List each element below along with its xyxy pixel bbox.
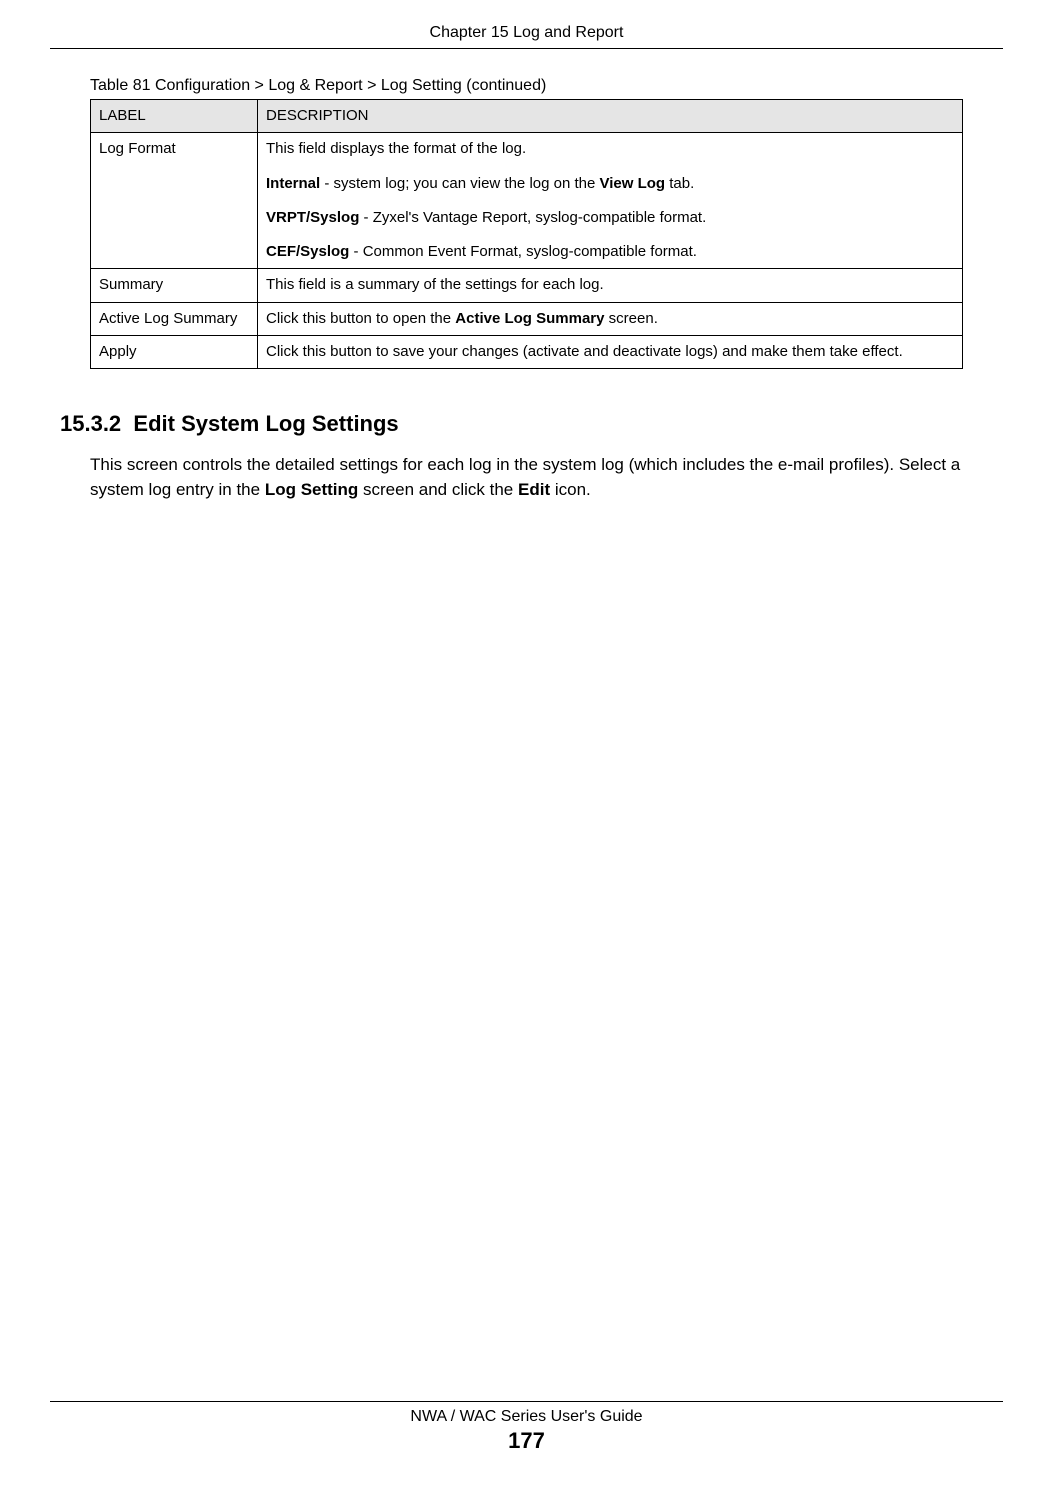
section-number: 15.3.2	[60, 411, 121, 436]
table-row: Apply Click this button to save your cha…	[91, 335, 963, 368]
table-row: Summary This field is a summary of the s…	[91, 269, 963, 302]
table-caption: Table 81 Configuration > Log & Report > …	[90, 77, 963, 95]
chapter-header: Chapter 15 Log and Report	[0, 0, 1053, 48]
table-row: Active Log Summary Click this button to …	[91, 302, 963, 335]
footer-rule	[50, 1401, 1003, 1402]
row-description: Click this button to save your changes (…	[258, 335, 963, 368]
section-heading: 15.3.2 Edit System Log Settings	[60, 411, 963, 437]
desc-line: Internal - system log; you can view the …	[266, 174, 954, 194]
row-description: Click this button to open the Active Log…	[258, 302, 963, 335]
row-label: Active Log Summary	[91, 302, 258, 335]
page-footer: NWA / WAC Series User's Guide 177	[0, 1401, 1053, 1454]
table-row: Log Format This field displays the forma…	[91, 133, 963, 269]
section-paragraph: This screen controls the detailed settin…	[90, 453, 963, 502]
footer-guide-title: NWA / WAC Series User's Guide	[0, 1408, 1053, 1426]
main-content: Table 81 Configuration > Log & Report > …	[0, 49, 1053, 502]
row-description: This field is a summary of the settings …	[258, 269, 963, 302]
desc-line: VRPT/Syslog - Zyxel's Vantage Report, sy…	[266, 208, 954, 228]
footer-page-number: 177	[0, 1428, 1053, 1454]
table-header-label: LABEL	[91, 100, 258, 133]
desc-line: This field displays the format of the lo…	[266, 139, 954, 159]
row-label: Apply	[91, 335, 258, 368]
table-header-description: DESCRIPTION	[258, 100, 963, 133]
section-title: Edit System Log Settings	[133, 411, 398, 436]
desc-line: CEF/Syslog - Common Event Format, syslog…	[266, 242, 954, 262]
row-description: This field displays the format of the lo…	[258, 133, 963, 269]
settings-table: LABEL DESCRIPTION Log Format This field …	[90, 99, 963, 369]
row-label: Summary	[91, 269, 258, 302]
row-label: Log Format	[91, 133, 258, 269]
